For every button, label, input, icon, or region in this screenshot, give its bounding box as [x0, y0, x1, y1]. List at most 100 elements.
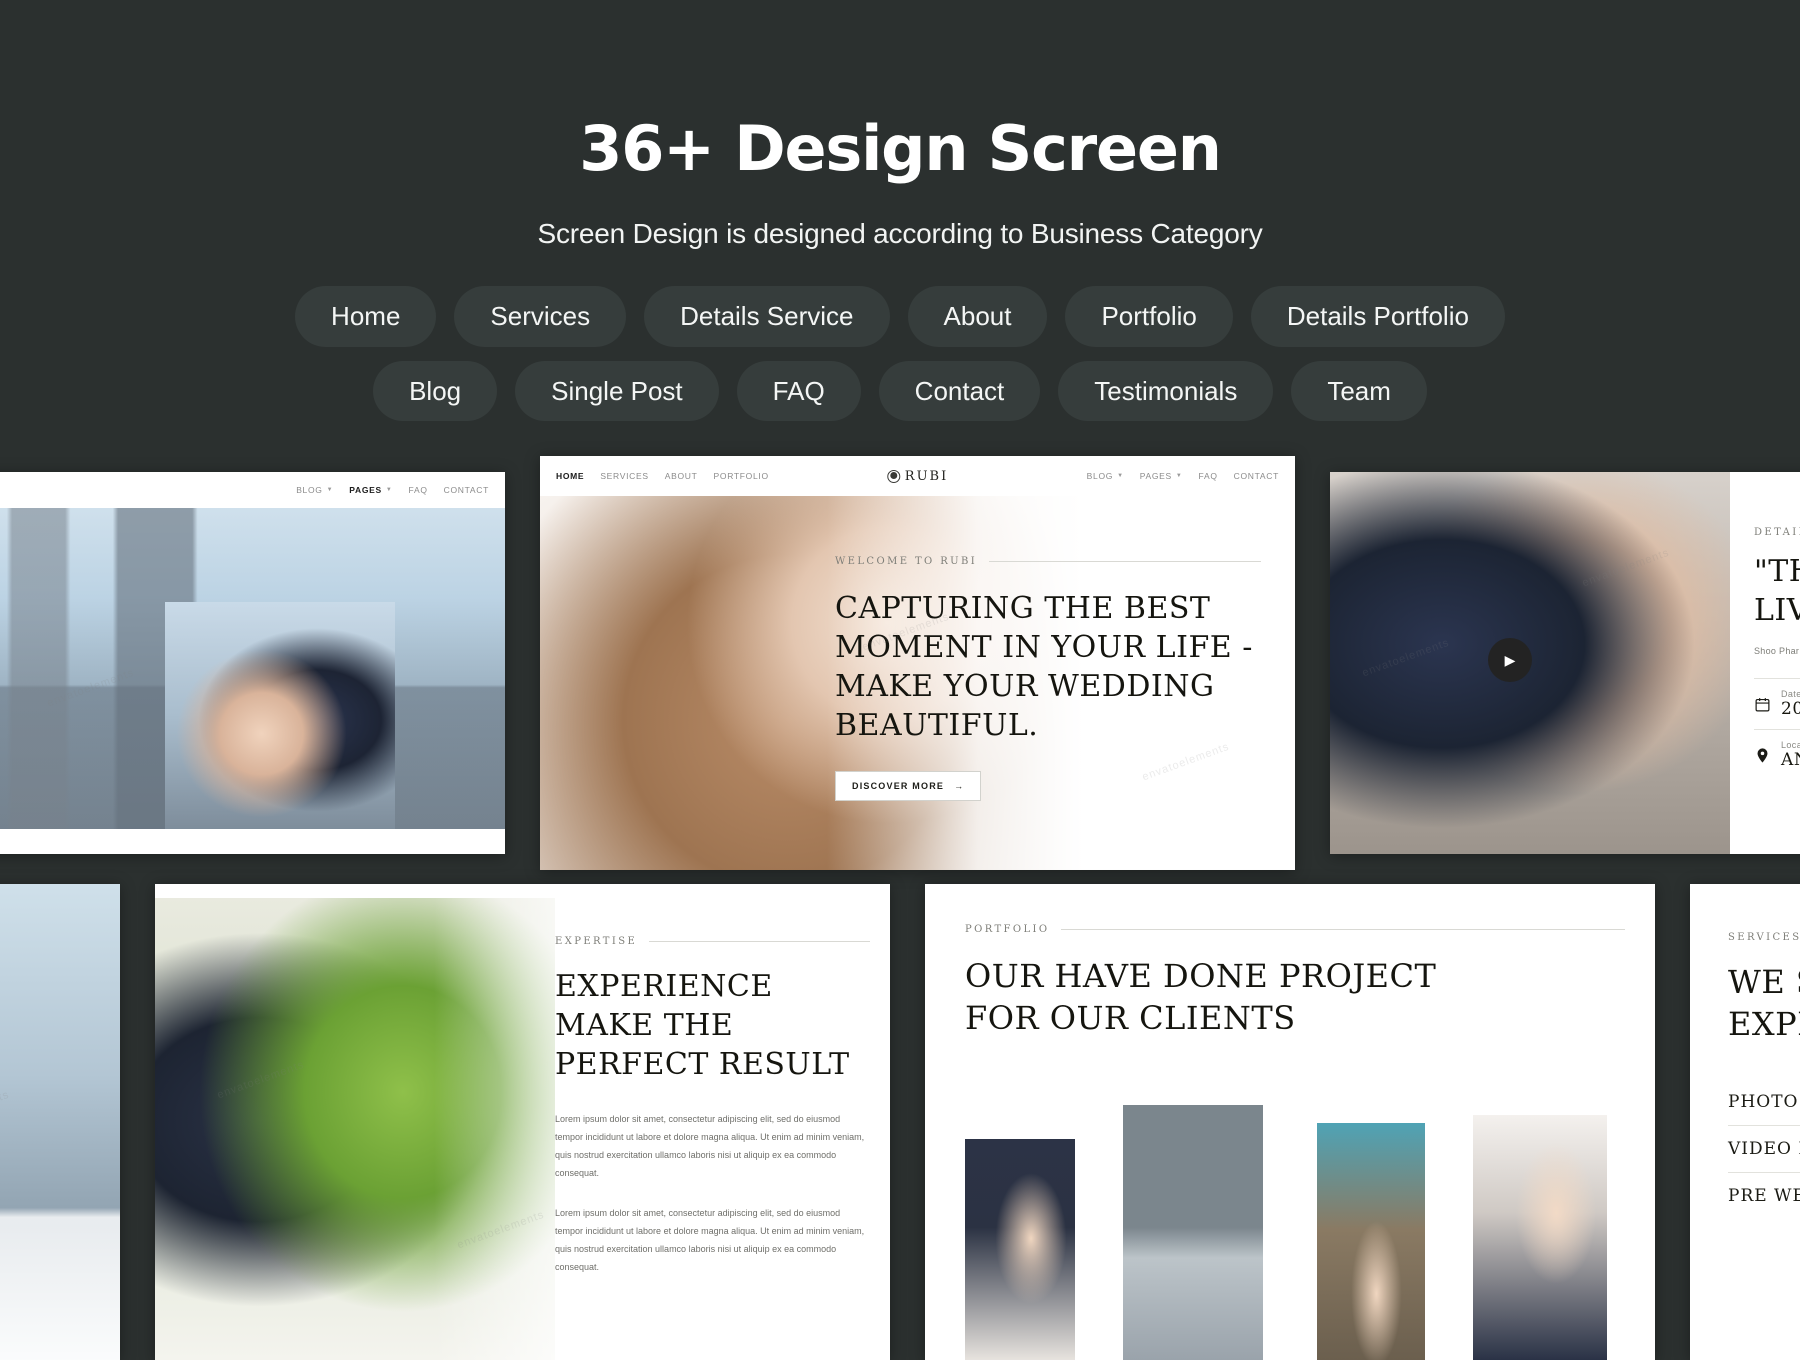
- mockup-portfolio-card[interactable]: PORTFOLIO OUR HAVE DONE PROJECT FOR OUR …: [925, 884, 1655, 1360]
- nav-item-portfolio[interactable]: PORTFOLIO: [714, 471, 769, 481]
- mockup-event-card[interactable]: ▶ DETAILS EVENT "THIS IS MOMEN LIVE" Sho…: [1330, 472, 1800, 854]
- eyebrow-rule: [649, 941, 870, 942]
- home-card-hero-content: WELCOME TO RUBI CAPTURING THE BEST MOMEN…: [835, 556, 1261, 801]
- event-date-block: Date 20 JUNE 2: [1781, 689, 1800, 719]
- pill-team[interactable]: Team: [1291, 360, 1427, 421]
- nav-item-pages[interactable]: PAGES ▼: [349, 485, 392, 495]
- event-location-row: Location ANYWHERE: [1754, 730, 1800, 780]
- pages-card-navbar: RUBI BLOG ▼ PAGES ▼ FAQ CONTACT: [0, 472, 505, 508]
- eyebrow-rule: [1061, 929, 1625, 930]
- pill-services[interactable]: Services: [454, 286, 627, 347]
- page-title: 36+ Design Screen: [579, 112, 1222, 185]
- arrow-right-icon: →: [954, 781, 965, 791]
- portfolio-eyebrow: PORTFOLIO: [965, 924, 1625, 935]
- brand-name: RUBI: [904, 468, 949, 484]
- nav-label-pages: PAGES: [1139, 471, 1172, 481]
- services-eyebrow: SERVICES: [1728, 932, 1800, 943]
- event-location-value: ANYWHERE: [1781, 750, 1800, 770]
- mockup-home-card[interactable]: HOME SERVICES ABOUT PORTFOLIO RUBI BLOG …: [540, 456, 1295, 870]
- pill-testimonials[interactable]: Testimonials: [1058, 360, 1274, 421]
- mockup-row-top: RUBI BLOG ▼ PAGES ▼ FAQ CONTACT: [0, 456, 1800, 870]
- nav-item-home[interactable]: HOME: [556, 471, 584, 481]
- service-item-video[interactable]: VIDEO E: [1728, 1126, 1800, 1172]
- portfolio-thumb-2[interactable]: [1123, 1105, 1263, 1360]
- nav-item-blog[interactable]: BLOG ▼: [1087, 471, 1124, 481]
- expertise-card-content: EXPERTISE EXPERIENCE MAKE THE PERFECT RE…: [555, 936, 870, 1276]
- location-pin-icon: [1757, 747, 1768, 763]
- service-item-photo[interactable]: PHOTO E: [1728, 1079, 1800, 1125]
- mockup-services-card[interactable]: SERVICES WE SE LOVE EXPER PHOTO E VIDEO …: [1690, 884, 1800, 1360]
- expertise-eyebrow-text: EXPERTISE: [555, 936, 638, 947]
- expertise-heading: EXPERIENCE MAKE THE PERFECT RESULT: [555, 969, 850, 1082]
- rubi-logo-icon: [886, 469, 900, 483]
- expertise-paragraph-1: Lorem ipsum dolor sit amet, consectetur …: [555, 1114, 865, 1178]
- eyebrow-rule: [989, 561, 1261, 562]
- expertise-card-photo: [155, 898, 555, 1360]
- nav-item-services[interactable]: SERVICES: [600, 471, 648, 481]
- hero-header: 36+ Design Screen Screen Design is desig…: [0, 0, 1800, 421]
- pill-about[interactable]: About: [907, 286, 1048, 347]
- event-card-details: DETAILS EVENT "THIS IS MOMEN LIVE" Shoo …: [1754, 527, 1800, 780]
- nav-item-blog[interactable]: BLOG ▼: [296, 485, 333, 495]
- nav-item-about[interactable]: ABOUT: [665, 471, 698, 481]
- screen-category-pills: Home Services Details Service About Port…: [0, 286, 1800, 421]
- discover-more-label: DISCOVER MORE: [852, 781, 945, 791]
- event-date-value: 20 JUNE 2: [1781, 699, 1800, 719]
- event-card-eyebrow-text: DETAILS EVENT: [1754, 527, 1800, 538]
- pages-card-couple-photo: [165, 602, 395, 829]
- pill-portfolio[interactable]: Portfolio: [1065, 286, 1233, 347]
- home-card-heading: CAPTURING THE BEST MOMENT IN YOUR LIFE -…: [835, 591, 1253, 743]
- pill-home[interactable]: Home: [295, 286, 437, 347]
- home-card-navbar: HOME SERVICES ABOUT PORTFOLIO RUBI BLOG …: [540, 456, 1295, 496]
- mockup-boat-card[interactable]: envatoelements: [0, 884, 120, 1360]
- pill-contact[interactable]: Contact: [878, 360, 1041, 421]
- page-subtitle: Screen Design is designed according to B…: [537, 218, 1263, 249]
- event-location-block: Location ANYWHERE: [1781, 740, 1800, 770]
- chevron-down-icon: ▼: [1175, 473, 1183, 479]
- event-date-row: Date 20 JUNE 2: [1754, 679, 1800, 729]
- pill-details-portfolio[interactable]: Details Portfolio: [1250, 286, 1505, 347]
- pill-row-2: Blog Single Post FAQ Contact Testimonial…: [0, 360, 1800, 421]
- nav-label-pages: PAGES: [349, 485, 382, 495]
- nav-item-faq[interactable]: FAQ: [1199, 471, 1218, 481]
- portfolio-eyebrow-text: PORTFOLIO: [965, 924, 1050, 935]
- event-card-caption: Shoo Phar Says: [1754, 646, 1800, 656]
- event-card-heading: "THIS IS MOMEN LIVE": [1754, 554, 1800, 628]
- mockup-expertise-card[interactable]: EXPERTISE EXPERIENCE MAKE THE PERFECT RE…: [155, 884, 890, 1360]
- chevron-down-icon: ▼: [1117, 473, 1124, 479]
- nav-item-contact[interactable]: CONTACT: [1234, 471, 1279, 481]
- boat-card-photo: [0, 884, 120, 1360]
- event-location-label: Location: [1781, 740, 1800, 750]
- chevron-down-icon: ▼: [326, 487, 334, 493]
- home-card-eyebrow-text: WELCOME TO RUBI: [835, 556, 978, 567]
- expertise-paragraph-2: Lorem ipsum dolor sit amet, consectetur …: [555, 1208, 865, 1272]
- screenshot-root: 36+ Design Screen Screen Design is desig…: [0, 0, 1800, 1360]
- portfolio-thumb-4[interactable]: [1473, 1115, 1607, 1360]
- pill-single-post[interactable]: Single Post: [515, 360, 719, 421]
- nav-label-blog: BLOG: [296, 485, 323, 495]
- home-card-eyebrow: WELCOME TO RUBI: [835, 556, 1261, 567]
- nav-item-pages[interactable]: PAGES ▼: [1140, 471, 1183, 481]
- pages-card-nav: BLOG ▼ PAGES ▼ FAQ CONTACT: [296, 485, 489, 495]
- pill-details-service[interactable]: Details Service: [644, 286, 890, 347]
- nav-item-faq[interactable]: FAQ: [409, 485, 428, 495]
- service-item-prewedding[interactable]: PRE WE: [1728, 1173, 1800, 1219]
- mockup-row-bottom: envatoelements EXPERTISE EXPERIENCE MAKE…: [0, 884, 1800, 1360]
- play-video-button[interactable]: ▶: [1488, 638, 1532, 682]
- services-heading: WE SE LOVE EXPER: [1728, 963, 1800, 1044]
- mockup-pages-card[interactable]: RUBI BLOG ▼ PAGES ▼ FAQ CONTACT: [0, 472, 505, 854]
- calendar-icon: [1755, 697, 1770, 711]
- portfolio-thumb-1[interactable]: [965, 1139, 1075, 1360]
- event-date-label: Date: [1781, 689, 1800, 699]
- discover-more-button[interactable]: DISCOVER MORE →: [835, 771, 982, 801]
- pill-faq[interactable]: FAQ: [736, 360, 861, 421]
- portfolio-card-content: PORTFOLIO OUR HAVE DONE PROJECT FOR OUR …: [965, 924, 1625, 1039]
- portfolio-heading: OUR HAVE DONE PROJECT FOR OUR CLIENTS: [965, 957, 1437, 1038]
- services-card-content: SERVICES WE SE LOVE EXPER PHOTO E VIDEO …: [1728, 932, 1800, 1219]
- nav-label-blog: BLOG: [1086, 471, 1114, 481]
- portfolio-thumb-3[interactable]: [1317, 1123, 1425, 1360]
- brand-logo: RUBI: [886, 468, 949, 484]
- pill-row-1: Home Services Details Service About Port…: [0, 286, 1800, 347]
- nav-item-contact[interactable]: CONTACT: [444, 485, 489, 495]
- pill-blog[interactable]: Blog: [373, 360, 498, 421]
